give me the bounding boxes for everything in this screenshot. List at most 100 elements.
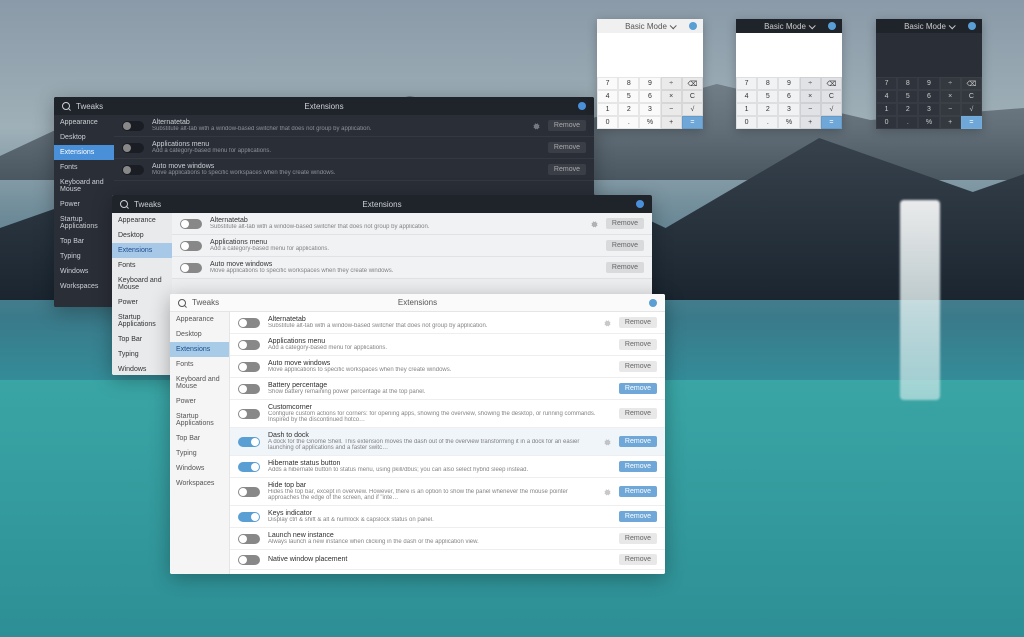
remove-button[interactable]: Remove	[619, 554, 657, 565]
key-.[interactable]: .	[618, 116, 639, 129]
gear-icon[interactable]	[603, 488, 611, 496]
toggle-switch[interactable]	[122, 121, 144, 131]
key-0[interactable]: 0	[736, 116, 757, 129]
remove-button[interactable]: Remove	[619, 461, 657, 472]
sidebar-item-desktop[interactable]: Desktop	[112, 228, 172, 243]
remove-button[interactable]: Remove	[619, 317, 657, 328]
toggle-switch[interactable]	[122, 143, 144, 153]
titlebar[interactable]: Basic Mode	[876, 19, 982, 33]
mode-selector[interactable]: Basic Mode	[764, 22, 814, 31]
remove-button[interactable]: Remove	[548, 164, 586, 175]
key-%[interactable]: %	[778, 116, 799, 129]
key-−[interactable]: −	[661, 103, 682, 116]
key-+[interactable]: +	[800, 116, 821, 129]
sidebar-item-appearance[interactable]: Appearance	[112, 213, 172, 228]
key-.[interactable]: .	[897, 116, 918, 129]
key-+[interactable]: +	[940, 116, 961, 129]
key-9[interactable]: 9	[639, 77, 660, 90]
close-icon[interactable]	[636, 200, 644, 208]
sidebar-item-extensions[interactable]: Extensions	[54, 145, 114, 160]
sidebar-item-windows[interactable]: Windows	[170, 461, 229, 476]
sidebar-item-power[interactable]: Power	[54, 197, 114, 212]
sidebar-item-startup-applications[interactable]: Startup Applications	[170, 409, 229, 431]
sidebar-item-top-bar[interactable]: Top Bar	[112, 332, 172, 347]
remove-button[interactable]: Remove	[548, 120, 586, 131]
toggle-switch[interactable]	[180, 241, 202, 251]
sidebar-item-keyboard-and-mouse[interactable]: Keyboard and Mouse	[170, 372, 229, 394]
sidebar-item-typing[interactable]: Typing	[54, 249, 114, 264]
key-2[interactable]: 2	[618, 103, 639, 116]
gear-icon[interactable]	[532, 122, 540, 130]
titlebar[interactable]: Tweaks Extensions	[54, 97, 594, 115]
key-7[interactable]: 7	[876, 77, 897, 90]
mode-selector[interactable]: Basic Mode	[904, 22, 954, 31]
sidebar-item-typing[interactable]: Typing	[170, 446, 229, 461]
key-3[interactable]: 3	[639, 103, 660, 116]
mode-selector[interactable]: Basic Mode	[625, 22, 675, 31]
calc-display[interactable]	[597, 33, 703, 77]
close-icon[interactable]	[649, 299, 657, 307]
remove-button[interactable]: Remove	[619, 533, 657, 544]
key-−[interactable]: −	[940, 103, 961, 116]
sidebar-item-desktop[interactable]: Desktop	[170, 327, 229, 342]
sidebar-item-desktop[interactable]: Desktop	[54, 130, 114, 145]
key-⌫[interactable]: ⌫	[821, 77, 842, 90]
key-÷[interactable]: ÷	[661, 77, 682, 90]
close-icon[interactable]	[689, 22, 697, 30]
search-icon[interactable]	[120, 200, 128, 208]
key-.[interactable]: .	[757, 116, 778, 129]
sidebar-item-windows[interactable]: Windows	[112, 362, 172, 375]
close-icon[interactable]	[578, 102, 586, 110]
key-9[interactable]: 9	[778, 77, 799, 90]
sidebar-item-extensions[interactable]: Extensions	[170, 342, 229, 357]
toggle-switch[interactable]	[122, 165, 144, 175]
key-C[interactable]: C	[961, 90, 982, 103]
sidebar-item-keyboard-and-mouse[interactable]: Keyboard and Mouse	[54, 175, 114, 197]
remove-button[interactable]: Remove	[619, 408, 657, 419]
remove-button[interactable]: Remove	[619, 511, 657, 522]
key-5[interactable]: 5	[897, 90, 918, 103]
key-÷[interactable]: ÷	[800, 77, 821, 90]
key-×[interactable]: ×	[800, 90, 821, 103]
key-%[interactable]: %	[639, 116, 660, 129]
sidebar-item-appearance[interactable]: Appearance	[170, 312, 229, 327]
remove-button[interactable]: Remove	[606, 218, 644, 229]
sidebar-item-typing[interactable]: Typing	[112, 347, 172, 362]
gear-icon[interactable]	[590, 220, 598, 228]
sidebar-item-startup-applications[interactable]: Startup Applications	[112, 310, 172, 332]
key-⌫[interactable]: ⌫	[682, 77, 703, 90]
key-√[interactable]: √	[961, 103, 982, 116]
key-÷[interactable]: ÷	[940, 77, 961, 90]
remove-button[interactable]: Remove	[606, 240, 644, 251]
sidebar-item-workspaces[interactable]: Workspaces	[54, 279, 114, 294]
calc-display[interactable]	[736, 33, 842, 77]
key-5[interactable]: 5	[618, 90, 639, 103]
sidebar-item-power[interactable]: Power	[112, 295, 172, 310]
key-1[interactable]: 1	[876, 103, 897, 116]
search-icon[interactable]	[178, 299, 186, 307]
sidebar-item-top-bar[interactable]: Top Bar	[54, 234, 114, 249]
key-equals[interactable]: =	[682, 116, 703, 129]
calc-display[interactable]	[876, 33, 982, 77]
key-1[interactable]: 1	[597, 103, 618, 116]
titlebar[interactable]: Tweaks Extensions	[170, 294, 665, 312]
key-0[interactable]: 0	[597, 116, 618, 129]
toggle-switch[interactable]	[238, 487, 260, 497]
key-√[interactable]: √	[821, 103, 842, 116]
key-0[interactable]: 0	[876, 116, 897, 129]
toggle-switch[interactable]	[180, 263, 202, 273]
remove-button[interactable]: Remove	[619, 361, 657, 372]
key-3[interactable]: 3	[918, 103, 939, 116]
sidebar-item-fonts[interactable]: Fonts	[170, 357, 229, 372]
remove-button[interactable]: Remove	[619, 383, 657, 394]
toggle-switch[interactable]	[180, 219, 202, 229]
key-9[interactable]: 9	[918, 77, 939, 90]
toggle-switch[interactable]	[238, 384, 260, 394]
titlebar[interactable]: Tweaks Extensions	[112, 195, 652, 213]
remove-button[interactable]: Remove	[548, 142, 586, 153]
key-C[interactable]: C	[821, 90, 842, 103]
key-4[interactable]: 4	[736, 90, 757, 103]
gear-icon[interactable]	[603, 319, 611, 327]
key-C[interactable]: C	[682, 90, 703, 103]
toggle-switch[interactable]	[238, 512, 260, 522]
